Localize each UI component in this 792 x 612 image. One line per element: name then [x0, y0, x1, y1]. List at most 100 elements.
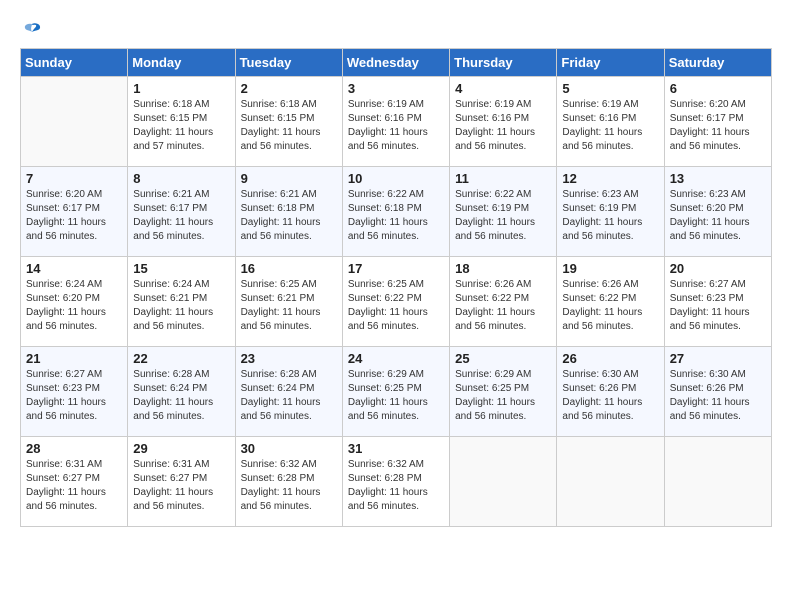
day-info: Sunrise: 6:27 AMSunset: 6:23 PMDaylight:… — [670, 278, 766, 334]
day-number: 26 — [562, 351, 658, 366]
day-number: 7 — [26, 171, 122, 186]
calendar-cell — [557, 437, 664, 527]
calendar-week-1: 1 Sunrise: 6:18 AMSunset: 6:15 PMDaylight… — [21, 77, 772, 167]
day-number: 5 — [562, 81, 658, 96]
day-info: Sunrise: 6:25 AMSunset: 6:22 PMDaylight:… — [348, 278, 444, 334]
day-info: Sunrise: 6:31 AMSunset: 6:27 PMDaylight:… — [26, 458, 122, 514]
calendar-cell: 10Sunrise: 6:22 AMSunset: 6:18 PMDayligh… — [342, 167, 449, 257]
calendar-cell: 14Sunrise: 6:24 AMSunset: 6:20 PMDayligh… — [21, 257, 128, 347]
day-number: 27 — [670, 351, 766, 366]
day-number: 30 — [241, 441, 337, 456]
page-header — [20, 20, 772, 38]
day-number: 1 — [133, 81, 229, 96]
logo-bird-icon — [21, 20, 43, 42]
day-info: Sunrise: 6:20 AMSunset: 6:17 PMDaylight:… — [670, 98, 766, 154]
calendar-cell: 5 Sunrise: 6:19 AMSunset: 6:16 PMDaylight… — [557, 77, 664, 167]
weekday-header-monday: Monday — [128, 49, 235, 77]
day-number: 24 — [348, 351, 444, 366]
day-number: 20 — [670, 261, 766, 276]
day-number: 6 — [670, 81, 766, 96]
day-number: 9 — [241, 171, 337, 186]
day-info: Sunrise: 6:19 AMSunset: 6:16 PMDaylight:… — [562, 98, 658, 154]
weekday-header-row: SundayMondayTuesdayWednesdayThursdayFrid… — [21, 49, 772, 77]
calendar-cell: 29 Sunrise: 6:31 AMSunset: 6:27 PMDayligh… — [128, 437, 235, 527]
day-number: 19 — [562, 261, 658, 276]
calendar-cell: 3 Sunrise: 6:19 AMSunset: 6:16 PMDaylight… — [342, 77, 449, 167]
day-number: 22 — [133, 351, 229, 366]
weekday-header-saturday: Saturday — [664, 49, 771, 77]
day-info: Sunrise: 6:32 AMSunset: 6:28 PMDaylight:… — [241, 458, 337, 514]
calendar-cell: 21Sunrise: 6:27 AMSunset: 6:23 PMDayligh… — [21, 347, 128, 437]
day-number: 28 — [26, 441, 122, 456]
calendar-cell: 31 Sunrise: 6:32 AMSunset: 6:28 PMDayligh… — [342, 437, 449, 527]
calendar-cell: 6 Sunrise: 6:20 AMSunset: 6:17 PMDaylight… — [664, 77, 771, 167]
calendar-cell: 24 Sunrise: 6:29 AMSunset: 6:25 PMDayligh… — [342, 347, 449, 437]
calendar-week-4: 21Sunrise: 6:27 AMSunset: 6:23 PMDayligh… — [21, 347, 772, 437]
calendar-cell: 9 Sunrise: 6:21 AMSunset: 6:18 PMDaylight… — [235, 167, 342, 257]
day-info: Sunrise: 6:22 AMSunset: 6:19 PMDaylight:… — [455, 188, 551, 244]
calendar-cell: 13 Sunrise: 6:23 AMSunset: 6:20 PMDayligh… — [664, 167, 771, 257]
calendar-cell: 15Sunrise: 6:24 AMSunset: 6:21 PMDayligh… — [128, 257, 235, 347]
day-info: Sunrise: 6:18 AMSunset: 6:15 PMDaylight:… — [133, 98, 229, 154]
day-info: Sunrise: 6:21 AMSunset: 6:18 PMDaylight:… — [241, 188, 337, 244]
day-number: 29 — [133, 441, 229, 456]
calendar-cell — [450, 437, 557, 527]
day-info: Sunrise: 6:25 AMSunset: 6:21 PMDaylight:… — [241, 278, 337, 334]
day-number: 14 — [26, 261, 122, 276]
calendar-cell: 7 Sunrise: 6:20 AMSunset: 6:17 PMDaylight… — [21, 167, 128, 257]
calendar-cell — [21, 77, 128, 167]
day-info: Sunrise: 6:26 AMSunset: 6:22 PMDaylight:… — [562, 278, 658, 334]
logo — [20, 20, 44, 38]
calendar-cell: 12Sunrise: 6:23 AMSunset: 6:19 PMDayligh… — [557, 167, 664, 257]
calendar-cell: 16 Sunrise: 6:25 AMSunset: 6:21 PMDayligh… — [235, 257, 342, 347]
calendar-week-2: 7 Sunrise: 6:20 AMSunset: 6:17 PMDaylight… — [21, 167, 772, 257]
day-number: 18 — [455, 261, 551, 276]
day-info: Sunrise: 6:28 AMSunset: 6:24 PMDaylight:… — [133, 368, 229, 424]
calendar-cell: 11 Sunrise: 6:22 AMSunset: 6:19 PMDayligh… — [450, 167, 557, 257]
day-info: Sunrise: 6:20 AMSunset: 6:17 PMDaylight:… — [26, 188, 122, 244]
day-info: Sunrise: 6:18 AMSunset: 6:15 PMDaylight:… — [241, 98, 337, 154]
day-info: Sunrise: 6:23 AMSunset: 6:20 PMDaylight:… — [670, 188, 766, 244]
day-number: 23 — [241, 351, 337, 366]
day-info: Sunrise: 6:32 AMSunset: 6:28 PMDaylight:… — [348, 458, 444, 514]
day-number: 11 — [455, 171, 551, 186]
calendar-cell: 23 Sunrise: 6:28 AMSunset: 6:24 PMDayligh… — [235, 347, 342, 437]
day-number: 10 — [348, 171, 444, 186]
calendar-cell: 26Sunrise: 6:30 AMSunset: 6:26 PMDayligh… — [557, 347, 664, 437]
day-number: 2 — [241, 81, 337, 96]
calendar-cell: 19 Sunrise: 6:26 AMSunset: 6:22 PMDayligh… — [557, 257, 664, 347]
calendar-table: SundayMondayTuesdayWednesdayThursdayFrid… — [20, 48, 772, 527]
weekday-header-friday: Friday — [557, 49, 664, 77]
weekday-header-thursday: Thursday — [450, 49, 557, 77]
day-info: Sunrise: 6:28 AMSunset: 6:24 PMDaylight:… — [241, 368, 337, 424]
day-number: 13 — [670, 171, 766, 186]
day-info: Sunrise: 6:23 AMSunset: 6:19 PMDaylight:… — [562, 188, 658, 244]
calendar-cell: 20 Sunrise: 6:27 AMSunset: 6:23 PMDayligh… — [664, 257, 771, 347]
day-number: 3 — [348, 81, 444, 96]
day-info: Sunrise: 6:21 AMSunset: 6:17 PMDaylight:… — [133, 188, 229, 244]
day-number: 4 — [455, 81, 551, 96]
calendar-cell: 28 Sunrise: 6:31 AMSunset: 6:27 PMDayligh… — [21, 437, 128, 527]
calendar-cell: 18 Sunrise: 6:26 AMSunset: 6:22 PMDayligh… — [450, 257, 557, 347]
day-info: Sunrise: 6:19 AMSunset: 6:16 PMDaylight:… — [348, 98, 444, 154]
calendar-cell: 4 Sunrise: 6:19 AMSunset: 6:16 PMDaylight… — [450, 77, 557, 167]
calendar-cell: 27 Sunrise: 6:30 AMSunset: 6:26 PMDayligh… — [664, 347, 771, 437]
day-number: 25 — [455, 351, 551, 366]
calendar-week-5: 28 Sunrise: 6:31 AMSunset: 6:27 PMDayligh… — [21, 437, 772, 527]
calendar-cell: 17 Sunrise: 6:25 AMSunset: 6:22 PMDayligh… — [342, 257, 449, 347]
day-number: 17 — [348, 261, 444, 276]
day-info: Sunrise: 6:29 AMSunset: 6:25 PMDaylight:… — [348, 368, 444, 424]
day-number: 8 — [133, 171, 229, 186]
day-info: Sunrise: 6:19 AMSunset: 6:16 PMDaylight:… — [455, 98, 551, 154]
day-info: Sunrise: 6:30 AMSunset: 6:26 PMDaylight:… — [670, 368, 766, 424]
day-info: Sunrise: 6:26 AMSunset: 6:22 PMDaylight:… — [455, 278, 551, 334]
day-info: Sunrise: 6:27 AMSunset: 6:23 PMDaylight:… — [26, 368, 122, 424]
calendar-cell: 2 Sunrise: 6:18 AMSunset: 6:15 PMDaylight… — [235, 77, 342, 167]
calendar-cell: 1 Sunrise: 6:18 AMSunset: 6:15 PMDaylight… — [128, 77, 235, 167]
day-number: 31 — [348, 441, 444, 456]
day-info: Sunrise: 6:31 AMSunset: 6:27 PMDaylight:… — [133, 458, 229, 514]
weekday-header-sunday: Sunday — [21, 49, 128, 77]
calendar-cell: 8 Sunrise: 6:21 AMSunset: 6:17 PMDaylight… — [128, 167, 235, 257]
calendar-cell: 22 Sunrise: 6:28 AMSunset: 6:24 PMDayligh… — [128, 347, 235, 437]
day-number: 16 — [241, 261, 337, 276]
